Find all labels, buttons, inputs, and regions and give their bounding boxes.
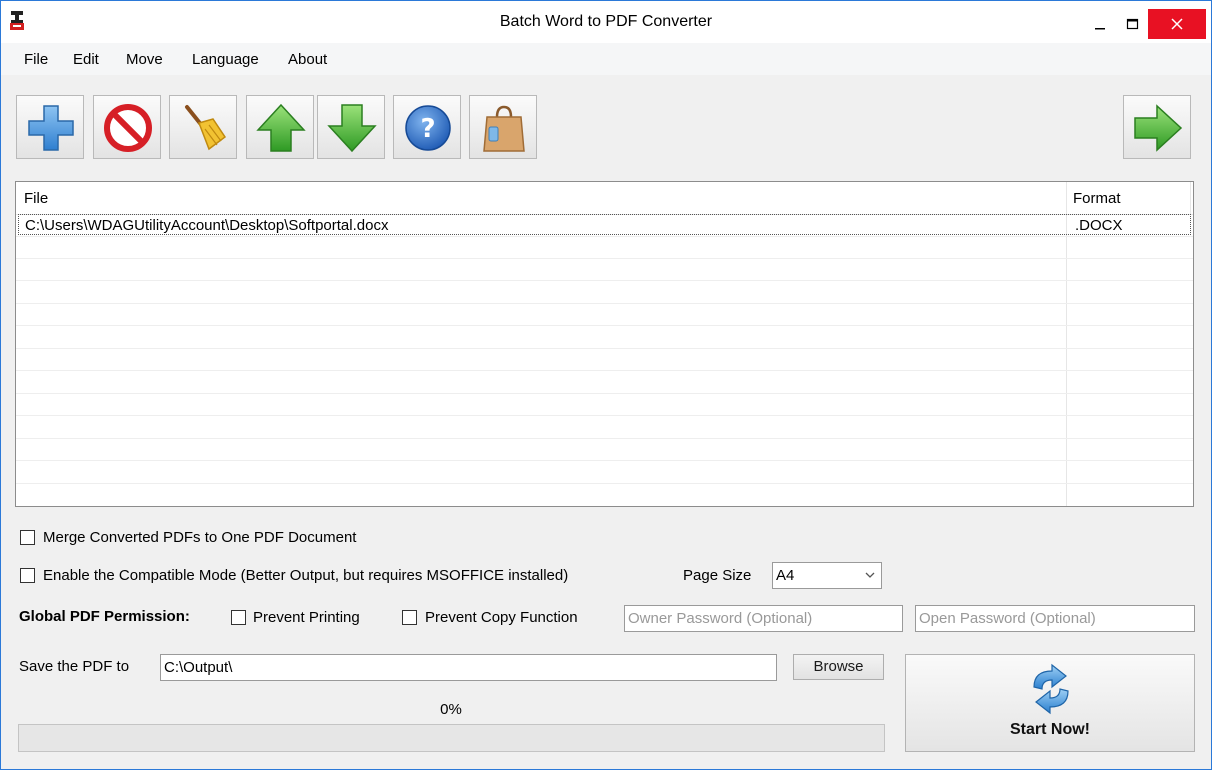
buy-bag-icon [483, 105, 525, 152]
file-format-cell: .DOCX [1075, 217, 1123, 234]
merge-pdfs-label[interactable]: Merge Converted PDFs to One PDF Document [43, 529, 356, 546]
menu-about[interactable]: About [288, 51, 327, 68]
page-size-label: Page Size [683, 567, 752, 584]
grid-line [16, 393, 1193, 394]
grid-line [16, 370, 1193, 371]
arrow-right-icon [1134, 104, 1183, 152]
compatible-mode-checkbox[interactable] [20, 568, 35, 583]
file-path-cell: C:\Users\WDAGUtilityAccount\Desktop\Soft… [25, 217, 389, 234]
menu-language[interactable]: Language [192, 51, 259, 68]
prevent-printing-checkbox[interactable] [231, 610, 246, 625]
grid-line [16, 258, 1193, 259]
grid-line [16, 280, 1193, 281]
help-icon: ? [405, 105, 451, 151]
save-to-label: Save the PDF to [19, 658, 130, 675]
menu-move[interactable]: Move [126, 51, 163, 68]
grid-line [16, 483, 1193, 484]
page-size-select[interactable]: A4 [772, 562, 882, 589]
progress-bar [18, 724, 885, 752]
merge-pdfs-checkbox[interactable] [20, 530, 35, 545]
progress-percent: 0% [440, 701, 462, 718]
chevron-down-icon [865, 572, 875, 578]
compatible-mode-label[interactable]: Enable the Compatible Mode (Better Outpu… [43, 567, 568, 584]
grid-line [16, 438, 1193, 439]
menu-edit[interactable]: Edit [73, 51, 99, 68]
app-window: Batch Word to PDF Converter File Edit Mo… [0, 0, 1212, 770]
add-icon [28, 105, 74, 151]
close-icon [1171, 18, 1183, 30]
convert-button[interactable] [1123, 95, 1191, 159]
output-path-input[interactable] [160, 654, 777, 681]
grid-line [16, 325, 1193, 326]
menu-bar: File Edit Move Language About [1, 43, 1211, 75]
file-list-table[interactable]: File Format C:\Users\WDAGUtilityAccount\… [15, 181, 1194, 507]
title-bar[interactable]: Batch Word to PDF Converter [1, 1, 1211, 43]
help-button[interactable]: ? [393, 95, 461, 159]
buy-button[interactable] [469, 95, 537, 159]
grid-line [16, 303, 1193, 304]
close-button[interactable] [1148, 9, 1206, 39]
remove-file-button[interactable] [93, 95, 161, 159]
column-header-file[interactable]: File [24, 182, 48, 214]
move-up-button[interactable] [246, 95, 314, 159]
prevent-copy-label[interactable]: Prevent Copy Function [425, 609, 578, 626]
global-permission-label: Global PDF Permission: [19, 608, 190, 625]
grid-line [16, 348, 1193, 349]
start-now-button[interactable]: Start Now! [905, 654, 1195, 752]
column-divider [1190, 182, 1191, 214]
clear-broom-icon [185, 105, 227, 151]
prevent-printing-label[interactable]: Prevent Printing [253, 609, 360, 626]
grid-line [16, 415, 1193, 416]
refresh-icon [1033, 663, 1069, 715]
svg-text:?: ? [420, 114, 435, 144]
remove-icon [104, 104, 152, 152]
table-row[interactable]: C:\Users\WDAGUtilityAccount\Desktop\Soft… [18, 214, 1191, 235]
window-title: Batch Word to PDF Converter [499, 13, 713, 30]
move-up-icon [256, 103, 306, 152]
column-header-format[interactable]: Format [1073, 182, 1121, 214]
prevent-copy-checkbox[interactable] [402, 610, 417, 625]
move-down-button[interactable] [317, 95, 385, 159]
grid-line [16, 236, 1193, 237]
grid-line [16, 460, 1193, 461]
browse-button[interactable]: Browse [793, 654, 884, 680]
menu-file[interactable]: File [24, 51, 48, 68]
add-files-button[interactable] [16, 95, 84, 159]
start-now-label: Start Now! [1010, 721, 1090, 738]
owner-password-input[interactable] [624, 605, 903, 632]
clear-list-button[interactable] [169, 95, 237, 159]
open-password-input[interactable] [915, 605, 1195, 632]
page-size-value: A4 [776, 567, 795, 584]
move-down-icon [327, 104, 377, 153]
